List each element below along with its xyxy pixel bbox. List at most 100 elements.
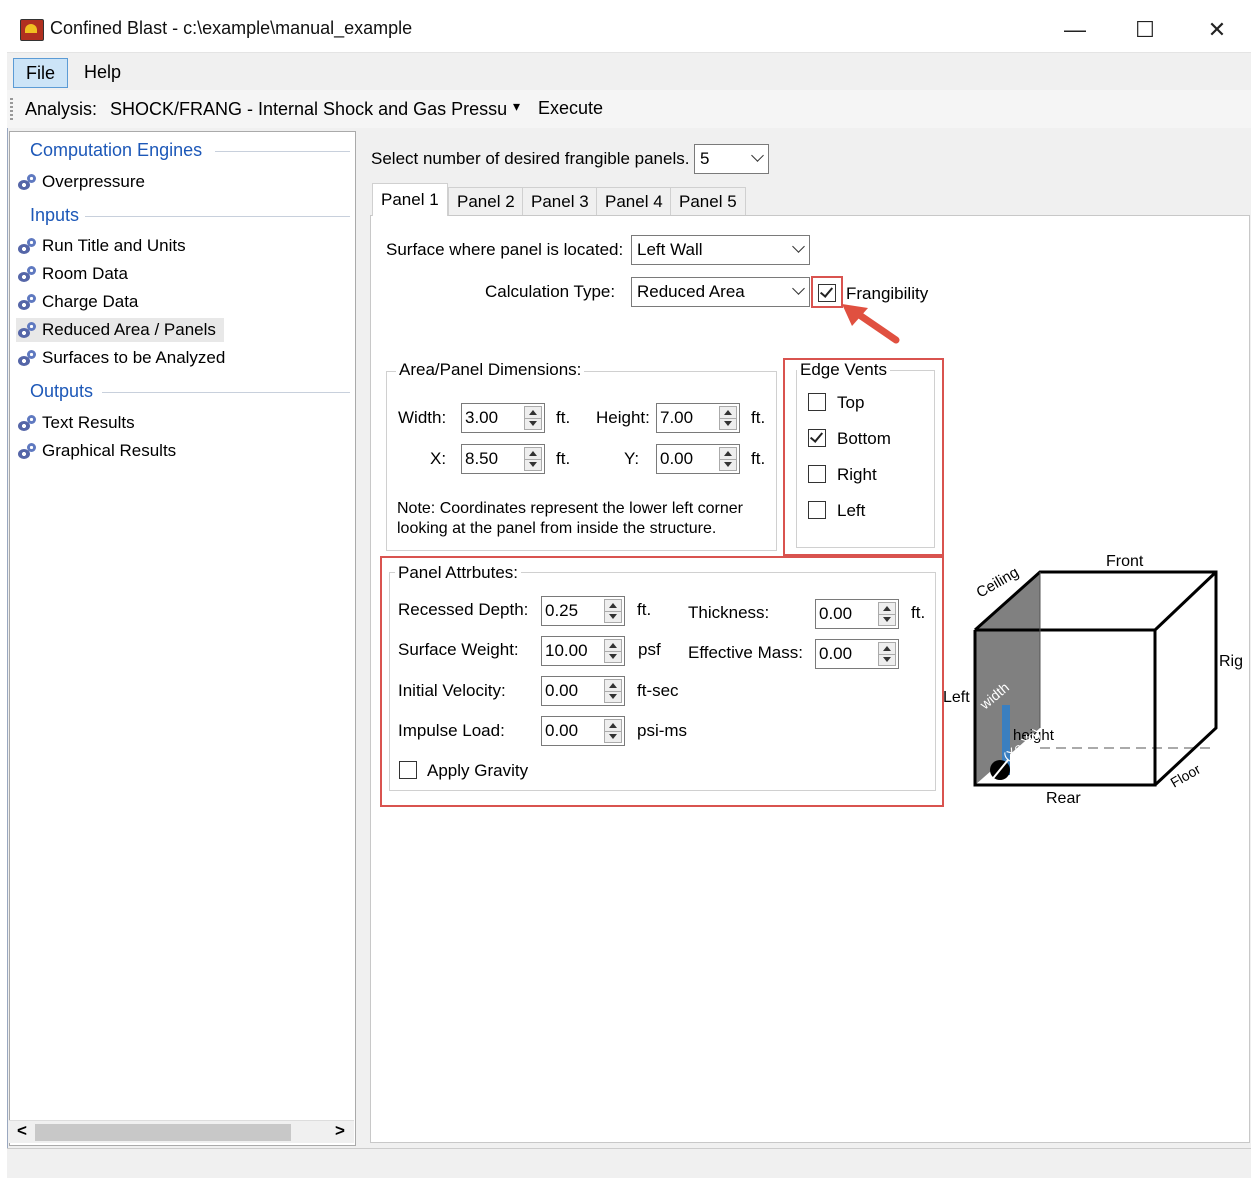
group-divider (85, 216, 350, 217)
tab-panel-4[interactable]: Panel 4 (596, 187, 672, 216)
group-inputs: Inputs (30, 205, 80, 225)
x-input[interactable]: 8.50 (461, 444, 545, 474)
weight-label: Surface Weight: (398, 640, 519, 659)
label-floor: Floor (1168, 761, 1204, 791)
spin-arrows-icon[interactable] (604, 599, 622, 623)
nav-label: Surfaces to be Analyzed (42, 348, 226, 367)
analysis-dropdown-icon[interactable]: ▾ (513, 98, 520, 115)
arrow-pointer-icon (842, 304, 900, 344)
label-front: Front (1106, 553, 1144, 570)
chevron-down-icon (792, 240, 805, 253)
spin-arrows-icon[interactable] (604, 679, 622, 703)
app-icon (20, 19, 44, 41)
weight-input[interactable]: 10.00 (541, 636, 625, 666)
gear-icon (16, 414, 40, 433)
analysis-select[interactable]: SHOCK/FRANG - Internal Shock and Gas Pre… (110, 99, 507, 120)
group-divider (102, 392, 350, 393)
thickness-unit: ft. (911, 603, 926, 622)
nav-item-overpressure[interactable]: Overpressure (16, 170, 145, 194)
spin-arrows-icon[interactable] (604, 639, 622, 663)
width-input[interactable]: 3.00 (461, 403, 545, 433)
chevron-down-icon (751, 149, 764, 162)
surface-select[interactable]: Left Wall (631, 235, 810, 265)
recessed-unit: ft. (637, 600, 652, 619)
window-title: Confined Blast - c:\example\manual_examp… (50, 18, 413, 38)
spin-arrows-icon[interactable] (878, 602, 896, 626)
nav-item-charge-data[interactable]: Charge Data (16, 290, 138, 314)
nav-item-reduced-area[interactable]: Reduced Area / Panels (16, 318, 224, 342)
vent-left-checkbox[interactable] (808, 501, 826, 519)
nav-item-run-title[interactable]: Run Title and Units (16, 234, 186, 258)
velocity-input[interactable]: 0.00 (541, 676, 625, 706)
thickness-value: 0.00 (819, 604, 853, 623)
width-unit: ft. (556, 408, 571, 427)
height-value: 7.00 (660, 408, 694, 427)
label-rear: Rear (1046, 790, 1081, 807)
x-unit: ft. (556, 449, 571, 468)
scroll-left-icon[interactable]: < (17, 1121, 27, 1141)
execute-button[interactable]: Execute (538, 98, 603, 119)
sidebar-horizontal-scrollbar[interactable]: < > (9, 1120, 354, 1143)
mass-label: Effective Mass: (688, 643, 803, 662)
menu-file[interactable]: File (13, 58, 69, 88)
recessed-input[interactable]: 0.25 (541, 596, 625, 626)
velocity-unit: ft-sec (637, 681, 679, 700)
impulse-input[interactable]: 0.00 (541, 716, 625, 746)
tab-panel-2[interactable]: Panel 2 (448, 187, 524, 216)
spin-arrows-icon[interactable] (524, 406, 542, 430)
scroll-right-icon[interactable]: > (335, 1121, 345, 1141)
gear-icon (16, 293, 40, 312)
velocity-label: Initial Velocity: (398, 681, 506, 700)
calc-type-select[interactable]: Reduced Area (631, 277, 810, 307)
coordinates-note-line2: looking at the panel from inside the str… (397, 520, 717, 537)
minimize-button[interactable]: — (1055, 16, 1095, 44)
thickness-input[interactable]: 0.00 (815, 599, 899, 629)
vent-top-checkbox[interactable] (808, 393, 826, 411)
spin-arrows-icon[interactable] (524, 447, 542, 471)
scroll-thumb[interactable] (35, 1124, 291, 1141)
vent-left-label: Left (837, 501, 866, 520)
impulse-unit: psi-ms (637, 721, 688, 740)
room-diagram: Front Ceiling Rig Left width height (Xo,… (943, 553, 1243, 807)
spin-arrows-icon[interactable] (604, 719, 622, 743)
spin-arrows-icon[interactable] (878, 642, 896, 666)
gear-icon (16, 349, 40, 368)
title-bar: Confined Blast - c:\example\manual_examp… (7, 6, 1251, 52)
nav-label: Charge Data (42, 292, 139, 311)
spin-arrows-icon[interactable] (719, 406, 737, 430)
tab-panel-5[interactable]: Panel 5 (670, 187, 746, 216)
mass-input[interactable]: 0.00 (815, 639, 899, 669)
weight-value: 10.00 (545, 641, 588, 660)
width-label: Width: (398, 408, 447, 427)
frangibility-checkbox[interactable] (818, 284, 836, 302)
tab-panel-1[interactable]: Panel 1 (372, 183, 448, 216)
panel-count-label: Select number of desired frangible panel… (371, 149, 690, 168)
y-label: Y: (624, 449, 640, 468)
vent-bottom-label: Bottom (837, 429, 891, 448)
panel-count-select[interactable]: 5 (694, 144, 769, 174)
surface-label: Surface where panel is located: (386, 240, 624, 259)
toolbar: Analysis: SHOCK/FRANG - Internal Shock a… (7, 90, 1251, 128)
apply-gravity-checkbox[interactable] (399, 761, 417, 779)
recessed-label: Recessed Depth: (398, 600, 529, 619)
y-input[interactable]: 0.00 (656, 444, 740, 474)
tab-panel-3[interactable]: Panel 3 (522, 187, 598, 216)
impulse-label: Impulse Load: (398, 721, 505, 740)
nav-item-graphical-results[interactable]: Graphical Results (16, 439, 176, 463)
calc-type-value: Reduced Area (637, 282, 745, 301)
nav-item-surfaces[interactable]: Surfaces to be Analyzed (16, 346, 225, 370)
height-input[interactable]: 7.00 (656, 403, 740, 433)
nav-label: Overpressure (42, 172, 145, 191)
nav-item-room-data[interactable]: Room Data (16, 262, 128, 286)
vent-right-checkbox[interactable] (808, 465, 826, 483)
menu-help[interactable]: Help (72, 58, 133, 86)
coordinates-note-line1: Note: Coordinates represent the lower le… (397, 500, 743, 517)
surface-value: Left Wall (637, 240, 703, 259)
nav-item-text-results[interactable]: Text Results (16, 411, 135, 435)
spin-arrows-icon[interactable] (719, 447, 737, 471)
panel-count-value: 5 (700, 149, 710, 168)
close-button[interactable]: ✕ (1197, 16, 1237, 44)
x-value: 8.50 (465, 449, 499, 468)
vent-bottom-checkbox[interactable] (808, 429, 826, 447)
maximize-button[interactable]: ☐ (1125, 16, 1165, 44)
